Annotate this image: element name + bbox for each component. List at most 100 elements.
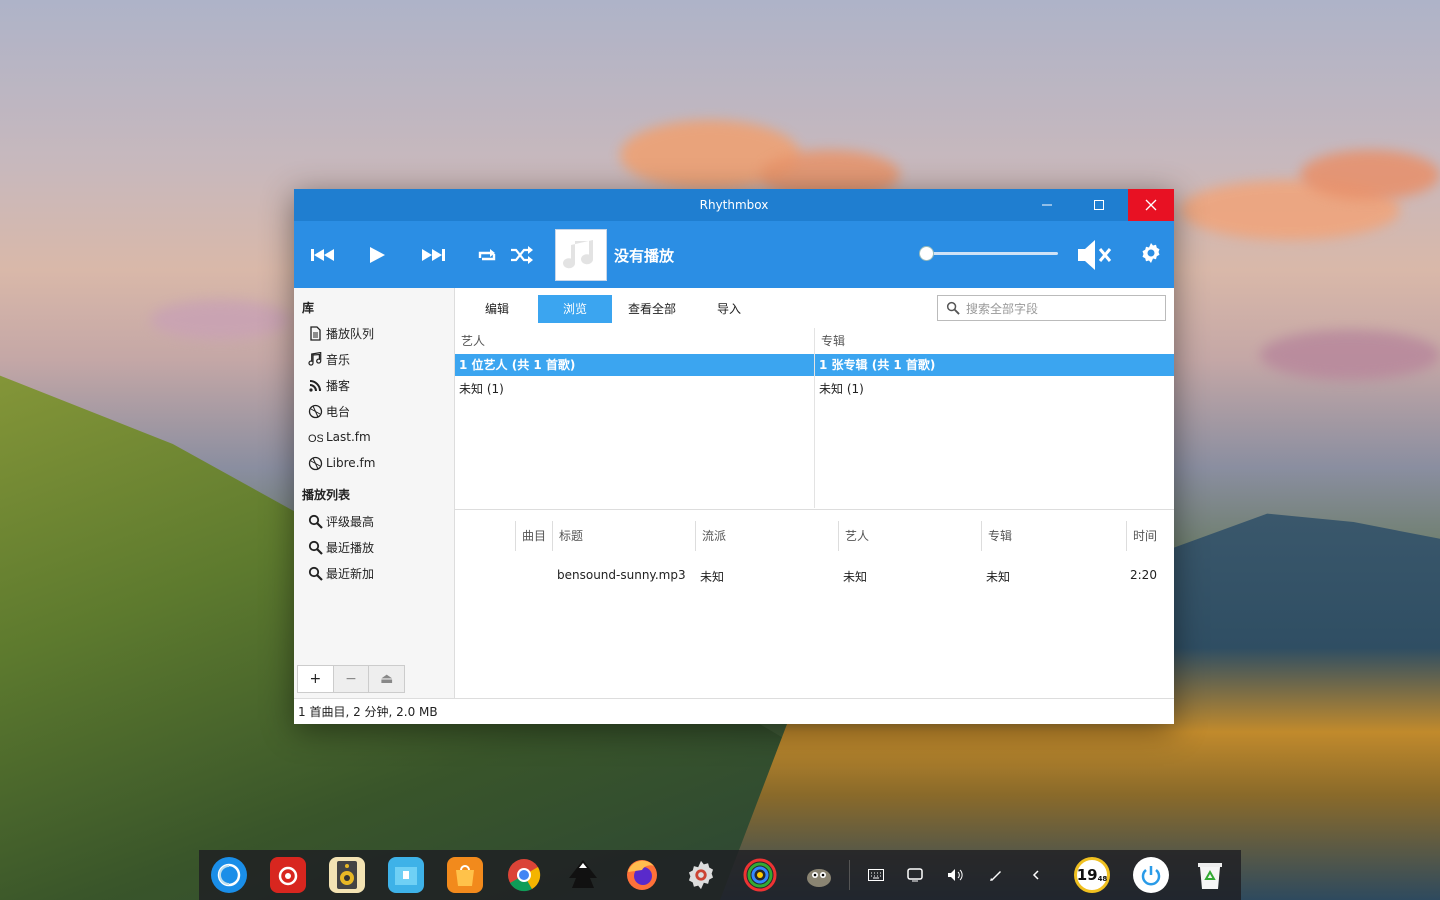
- artist-all-row[interactable]: 1 位艺人 (共 1 首歌): [455, 354, 817, 376]
- podcast-icon: [309, 379, 321, 392]
- repeat-icon: [478, 249, 496, 261]
- play-icon: [370, 247, 385, 263]
- tab-browse[interactable]: 浏览: [538, 295, 612, 323]
- dock-separator: [849, 860, 850, 890]
- player-toolbar: 没有播放: [294, 221, 1174, 288]
- shuffle-button[interactable]: [508, 243, 536, 267]
- settings-button[interactable]: [1138, 239, 1164, 267]
- tab-edit[interactable]: 编辑: [471, 295, 523, 323]
- search-icon: [946, 301, 960, 315]
- time-header[interactable]: 时间: [1126, 521, 1173, 551]
- sidebar-item-lastfm[interactable]: OS Last.fm: [308, 427, 371, 447]
- sidebar-item-recently-added[interactable]: 最近新加: [308, 563, 374, 583]
- artist-header[interactable]: 艺人: [838, 521, 975, 551]
- search-placeholder: 搜索全部字段: [966, 301, 1039, 316]
- power-icon[interactable]: [1133, 857, 1169, 893]
- artist-column-header[interactable]: 艺人: [461, 332, 485, 349]
- netease-music-icon[interactable]: [270, 857, 306, 893]
- minimize-icon: [1042, 204, 1052, 206]
- settings-icon[interactable]: [683, 857, 719, 893]
- sidebar-item-music[interactable]: 音乐: [308, 349, 350, 369]
- close-icon: [1145, 199, 1157, 211]
- clock-widget[interactable]: 19 48: [1074, 857, 1110, 893]
- librefm-icon: [308, 456, 323, 470]
- sidebar: 库 播放队列 音乐 播客 电台 OS Last.fm Libre.fm 播放列表: [294, 288, 455, 698]
- genre-header[interactable]: 流派: [695, 521, 832, 551]
- next-icon: [422, 249, 445, 261]
- album-row[interactable]: 未知 (1): [819, 378, 864, 400]
- sidebar-item-label: 最近新加: [326, 566, 375, 581]
- play-button[interactable]: [364, 243, 390, 267]
- main-pane: 编辑 浏览 查看全部 导入 搜索全部字段 艺人 专辑 1 位艺人 (共 1 首歌…: [455, 288, 1174, 698]
- inkscape-icon[interactable]: [565, 857, 601, 893]
- next-button[interactable]: [418, 243, 448, 267]
- file-manager-icon[interactable]: [388, 857, 424, 893]
- mute-button[interactable]: [1074, 237, 1114, 273]
- trash-icon[interactable]: [1192, 857, 1228, 893]
- maximize-icon: [1094, 200, 1104, 210]
- radio-icon: [308, 404, 323, 418]
- eject-button[interactable]: ⏏: [369, 666, 404, 692]
- svg-text:OS: OS: [308, 433, 323, 445]
- sidebar-item-label: 音乐: [326, 352, 351, 367]
- album-column-header[interactable]: 专辑: [821, 332, 845, 349]
- track-time-cell: 2:20: [1130, 568, 1157, 582]
- shuffle-icon: [511, 246, 533, 264]
- tab-import[interactable]: 导入: [703, 295, 755, 323]
- close-button[interactable]: [1128, 189, 1174, 221]
- chrome-icon[interactable]: [506, 857, 542, 893]
- tab-view-all[interactable]: 查看全部: [614, 295, 690, 323]
- gear-icon: [1142, 243, 1160, 263]
- title-bar[interactable]: Rhythmbox: [294, 189, 1174, 221]
- maximize-button[interactable]: [1076, 189, 1122, 221]
- remove-playlist-button[interactable]: −: [334, 666, 370, 692]
- sidebar-item-librefm[interactable]: Libre.fm: [308, 453, 375, 473]
- track-number-header[interactable]: 曲目: [515, 521, 552, 551]
- app-store-icon[interactable]: [447, 857, 483, 893]
- repeat-button[interactable]: [474, 243, 500, 267]
- now-playing-label: 没有播放: [614, 247, 675, 265]
- volume-slider[interactable]: [922, 252, 1058, 255]
- status-bar: 1 首曲目, 2 分钟, 2.0 MB: [294, 698, 1174, 724]
- display-icon[interactable]: [905, 865, 925, 885]
- color-picker-icon[interactable]: [742, 857, 778, 893]
- clock-hour: 19: [1076, 866, 1098, 884]
- album-header[interactable]: 专辑: [981, 521, 1118, 551]
- sidebar-item-radio[interactable]: 电台: [308, 401, 350, 421]
- add-playlist-button[interactable]: +: [298, 666, 334, 692]
- sidebar-item-podcast[interactable]: 播客: [308, 375, 350, 395]
- album-all-row[interactable]: 1 张专辑 (共 1 首歌): [815, 354, 1174, 376]
- sidebar-item-queue[interactable]: 播放队列: [308, 323, 374, 343]
- sidebar-item-recently-played[interactable]: 最近播放: [308, 537, 374, 557]
- chevron-left-icon[interactable]: [1026, 865, 1046, 885]
- sidebar-item-label: 评级最高: [326, 514, 375, 529]
- sidebar-button-group: + − ⏏: [297, 665, 405, 693]
- deepin-launcher-icon[interactable]: [211, 857, 247, 893]
- music-icon: [308, 351, 322, 366]
- queue-icon: [310, 325, 321, 341]
- artist-row[interactable]: 未知 (1): [459, 378, 504, 400]
- previous-icon: [311, 249, 334, 261]
- previous-button[interactable]: [308, 243, 338, 267]
- tab-bar: 编辑 浏览 查看全部 导入 搜索全部字段: [455, 288, 1174, 326]
- lastfm-icon: OS: [308, 433, 323, 445]
- gimp-icon[interactable]: [801, 857, 837, 893]
- search-field[interactable]: 搜索全部字段: [937, 295, 1166, 321]
- sidebar-item-top-rated[interactable]: 评级最高: [308, 511, 374, 531]
- sidebar-item-label: Libre.fm: [326, 456, 376, 470]
- pen-icon[interactable]: [986, 865, 1006, 885]
- title-header[interactable]: 标题: [552, 521, 689, 551]
- dock: 19 48: [199, 850, 1241, 900]
- firefox-icon[interactable]: [624, 857, 660, 893]
- volume-slider-knob[interactable]: [919, 246, 934, 261]
- music-note-icon: [563, 240, 594, 269]
- volume-icon[interactable]: [946, 865, 966, 885]
- track-title-cell: bensound-sunny.mp3: [557, 568, 686, 582]
- keyboard-icon[interactable]: [866, 865, 886, 885]
- clock-minute: 48: [1097, 875, 1108, 883]
- browser-divider: [814, 328, 815, 508]
- track-artist-cell: 未知: [843, 570, 868, 584]
- minimize-button[interactable]: [1024, 189, 1070, 221]
- pane-divider[interactable]: [455, 509, 1174, 510]
- deepin-music-icon[interactable]: [329, 857, 365, 893]
